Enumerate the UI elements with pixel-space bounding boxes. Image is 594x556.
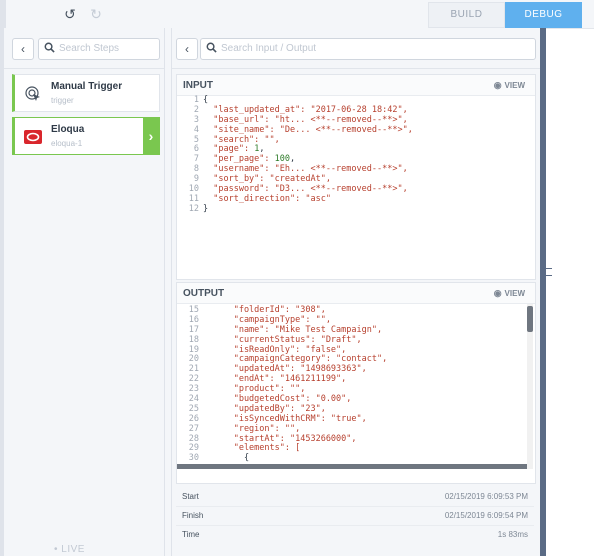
code-text: { xyxy=(203,95,209,105)
mode-tabs: BUILD DEBUG xyxy=(428,2,582,28)
time-value: 1s 83ms xyxy=(497,530,528,539)
code-text: "base_url": "ht... <**--removed--**>", xyxy=(203,114,408,125)
eloqua-logo-icon xyxy=(24,130,42,144)
code-text: "search": "", xyxy=(203,134,280,145)
code-text: } xyxy=(203,203,209,214)
code-text: "budgetedCost": "0.00", xyxy=(203,394,352,405)
code-text: "updatedAt": "1498693363", xyxy=(203,364,367,375)
code-text: "updatedBy": "23", xyxy=(203,403,326,414)
io-search-input[interactable]: Search Input / Output xyxy=(200,38,536,60)
code-text: "currentStatus": "Draft", xyxy=(203,334,362,345)
eye-icon: ◉ xyxy=(493,80,502,90)
search-icon xyxy=(206,42,217,53)
finish-value: 02/15/2019 6:09:54 PM xyxy=(444,511,528,520)
step-card-manual-trigger[interactable]: Manual Trigger trigger xyxy=(12,74,160,112)
code-text: "isSyncedWithCRM": "true", xyxy=(203,413,367,424)
live-label: • LIVE xyxy=(54,544,85,555)
tab-build[interactable]: BUILD xyxy=(428,2,505,28)
code-line: 30 { xyxy=(177,453,387,464)
code-text: "endAt": "1461211199", xyxy=(203,374,347,385)
horizontal-scrollbar-thumb[interactable] xyxy=(177,464,527,469)
live-icon: • xyxy=(54,544,59,555)
code-text: "region": "", xyxy=(203,423,301,434)
timing-finish-row: Finish 02/15/2019 6:09:54 PM xyxy=(176,507,534,524)
steps-panel: ‹ Search Steps Manual Trigger trigger El… xyxy=(4,28,165,556)
step-title: Eloqua xyxy=(51,124,85,135)
steps-search-placeholder: Search Steps xyxy=(59,43,120,54)
left-panel-edge xyxy=(0,0,6,28)
step-subtitle: eloqua-1 xyxy=(51,139,83,148)
line-number: 30 xyxy=(188,453,199,464)
code-text: "product": "", xyxy=(203,384,306,395)
finish-label: Finish xyxy=(182,511,204,520)
output-scroll-area[interactable]: 15 "folderId": "308", 16 "campaignType": … xyxy=(177,304,535,469)
code-text: "startAt": "1453266000", xyxy=(203,433,357,444)
code-line: 12} xyxy=(177,203,413,215)
code-text: "page": 1, xyxy=(203,144,265,155)
code-text: "sort_direction": "asc" xyxy=(203,193,331,204)
view-label: VIEW xyxy=(504,81,525,90)
steps-search-input[interactable]: Search Steps xyxy=(38,38,160,60)
code-text: "password": "D3... <**--removed--**>", xyxy=(203,184,408,195)
step-subtitle: trigger xyxy=(51,96,74,105)
divider xyxy=(4,68,164,69)
right-edge-strip xyxy=(540,28,546,556)
back-button[interactable]: ‹ xyxy=(176,38,198,60)
output-title: OUTPUT xyxy=(183,288,225,299)
output-section: OUTPUT ◉ VIEW 15 "folderId": "308", 16 "ca… xyxy=(176,282,536,484)
line-number: 12 xyxy=(188,203,199,214)
code-text: "isReadOnly": "false", xyxy=(203,344,347,355)
code-text: "campaignType": "", xyxy=(203,314,331,325)
code-text: "site_name": "De... <**--removed--**>", xyxy=(203,124,413,135)
redo-icon[interactable]: ↻ xyxy=(86,4,106,24)
start-label: Start xyxy=(182,492,199,501)
search-icon xyxy=(44,42,55,53)
vertical-scrollbar-thumb[interactable] xyxy=(527,306,533,332)
pointer-icon xyxy=(25,86,40,101)
code-text: "username": "Eh... <**--removed--**>", xyxy=(203,164,408,175)
step-title: Manual Trigger xyxy=(51,81,123,92)
debug-search-row: ‹ Search Input / Output xyxy=(176,38,536,60)
output-header: OUTPUT ◉ VIEW xyxy=(177,283,535,304)
code-text: "per_page": 100, xyxy=(203,154,296,165)
collapse-button[interactable]: ‹ xyxy=(12,38,34,60)
input-code[interactable]: 1{2 "last_updated_at": "2017-06-28 18:42… xyxy=(177,95,413,215)
code-text: "name": "Mike Test Campaign", xyxy=(203,324,383,335)
input-view-button[interactable]: ◉ VIEW xyxy=(494,80,525,91)
chevron-right-icon[interactable]: › xyxy=(143,118,159,154)
divider xyxy=(172,68,540,69)
output-code[interactable]: 15 "folderId": "308", 16 "campaignType": … xyxy=(177,305,388,464)
debug-panel: ‹ Search Input / Output INPUT ◉ VIEW 1{2 … xyxy=(171,28,541,556)
eye-icon: ◉ xyxy=(493,288,502,298)
live-text: LIVE xyxy=(61,544,85,555)
code-text: "last_updated_at": "2017-06-28 18:42", xyxy=(203,104,408,115)
timing-start-row: Start 02/15/2019 6:09:53 PM xyxy=(176,488,534,505)
input-header: INPUT ◉ VIEW xyxy=(177,75,535,96)
input-title: INPUT xyxy=(183,80,213,91)
start-value: 02/15/2019 6:09:53 PM xyxy=(444,492,528,501)
io-search-placeholder: Search Input / Output xyxy=(221,43,317,54)
undo-icon[interactable]: ↺ xyxy=(60,4,80,24)
steps-search-row: ‹ Search Steps xyxy=(12,38,160,60)
code-text: "sort_by": "createdAt", xyxy=(203,174,331,185)
code-text: "folderId": "308", xyxy=(203,305,326,315)
time-label: Time xyxy=(182,530,200,539)
input-section: INPUT ◉ VIEW 1{2 "last_updated_at": "2017… xyxy=(176,74,536,280)
code-text: { xyxy=(203,453,250,464)
resize-handle[interactable] xyxy=(545,268,552,276)
code-text: "campaignCategory": "contact", xyxy=(203,354,388,365)
view-label: VIEW xyxy=(504,289,525,298)
code-line: 11 "sort_direction": "asc" xyxy=(177,193,413,205)
output-view-button[interactable]: ◉ VIEW xyxy=(494,288,525,299)
timing-info: Start 02/15/2019 6:09:53 PM Finish 02/15… xyxy=(176,486,534,554)
top-toolbar: ↺ ↻ BUILD DEBUG xyxy=(0,0,594,29)
code-text: "elements": [ xyxy=(203,443,301,454)
step-card-eloqua[interactable]: Eloqua eloqua-1 › xyxy=(12,117,160,155)
timing-time-row: Time 1s 83ms xyxy=(176,526,534,543)
tab-debug[interactable]: DEBUG xyxy=(505,2,582,28)
